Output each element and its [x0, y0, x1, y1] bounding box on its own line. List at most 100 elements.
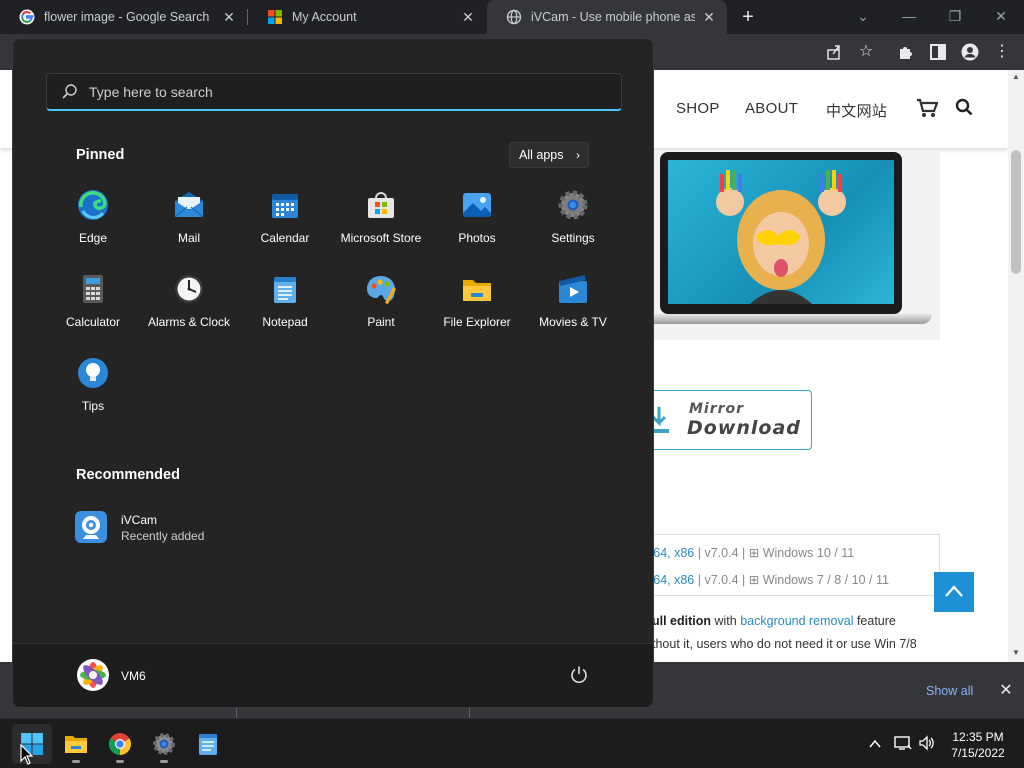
pinned-heading: Pinned — [76, 147, 125, 163]
pinned-app-file-explorer[interactable]: File Explorer — [429, 265, 525, 345]
recommended-heading: Recommended — [76, 467, 180, 483]
taskbar-settings[interactable] — [144, 724, 184, 764]
cart-icon[interactable] — [916, 98, 938, 118]
download-row: x64, x86 | v7.0.4 | ⊞ Windows 7 / 8 / 10… — [647, 573, 889, 587]
user-avatar[interactable] — [77, 659, 109, 691]
volume-icon[interactable] — [918, 735, 936, 751]
chevron-right-icon: › — [576, 148, 580, 162]
download-table: x64, x86 | v7.0.4 | ⊞ Windows 10 / 11 x6… — [640, 534, 940, 596]
flower-avatar-image — [77, 659, 109, 691]
close-window-icon[interactable]: ✕ — [978, 0, 1024, 34]
version-text: v7.0.4 — [704, 573, 739, 587]
bookmark-star-icon[interactable]: ☆ — [857, 43, 875, 61]
clock-time: 12:35 PM — [952, 730, 1004, 744]
mirror-label: Mirror — [689, 401, 745, 417]
start-search-box[interactable] — [46, 73, 622, 111]
tab-my-account[interactable]: My Account ✕ — [248, 0, 486, 34]
user-name[interactable]: VM6 — [121, 669, 146, 683]
nav-about[interactable]: ABOUT — [745, 100, 798, 117]
running-indicator — [116, 760, 124, 763]
scroll-down-arrow[interactable]: ▼ — [1008, 648, 1024, 657]
app-label: Edge — [78, 231, 108, 245]
side-panel-icon[interactable] — [929, 43, 947, 61]
background-removal-link[interactable]: background removal — [740, 614, 853, 628]
app-label: Alarms & Clock — [147, 315, 230, 329]
tab-google-search[interactable]: flower image - Google Search ✕ — [0, 0, 247, 34]
scroll-to-top-button[interactable] — [934, 572, 974, 612]
pinned-app-calculator[interactable]: Calculator — [45, 265, 141, 345]
all-apps-label: All apps — [519, 148, 564, 162]
close-download-bar-icon[interactable]: ✕ — [998, 680, 1014, 700]
profile-icon[interactable] — [961, 43, 979, 61]
pinned-app-calendar[interactable]: Calendar — [237, 181, 333, 261]
app-label: Photos — [458, 231, 496, 245]
mirror-download-button[interactable]: Mirror Download — [640, 390, 812, 450]
mail-icon — [174, 192, 204, 218]
restore-icon[interactable]: ❐ — [932, 0, 978, 34]
search-icon — [62, 84, 77, 99]
pinned-app-paint[interactable]: Paint — [333, 265, 429, 345]
nav-shop[interactable]: SHOP — [676, 100, 720, 117]
store-icon — [368, 192, 394, 218]
download-label: Download — [687, 417, 801, 439]
nav-chinese-site[interactable]: 中文网站 — [826, 100, 887, 121]
chrome-icon — [109, 733, 131, 755]
search-icon[interactable] — [955, 98, 973, 116]
pinned-app-movies-tv[interactable]: Movies & TV — [525, 265, 621, 345]
tab-title: iVCam - Use mobile phone as a P — [531, 10, 695, 24]
start-search-input[interactable] — [89, 80, 589, 104]
text: feature — [853, 614, 896, 628]
show-all-button[interactable]: Show all — [926, 684, 973, 698]
tab-title: flower image - Google Search — [44, 10, 210, 24]
minimize-icon[interactable]: — — [886, 0, 932, 34]
taskbar: 12:35 PM 7/15/2022 — [0, 718, 1024, 768]
download-links[interactable]: x64, x86 — [647, 573, 694, 587]
share-icon[interactable] — [825, 43, 843, 61]
app-label: Paint — [367, 315, 395, 329]
running-indicator — [72, 760, 80, 763]
recommended-item-ivcam[interactable]: iVCam Recently added — [75, 509, 275, 549]
power-icon[interactable] — [569, 665, 589, 685]
chevron-up-icon — [945, 585, 963, 597]
network-icon[interactable] — [894, 735, 912, 751]
pinned-app-tips[interactable]: Tips — [45, 349, 141, 429]
pinned-app-edge[interactable]: Edge — [45, 181, 141, 261]
os-text: Windows 7 / 8 / 10 / 11 — [762, 573, 889, 587]
laptop-image — [660, 152, 902, 314]
tab-title: My Account — [292, 10, 357, 24]
all-apps-button[interactable]: All apps › — [509, 142, 589, 168]
calendar-icon — [272, 194, 298, 218]
new-tab-button[interactable]: + — [736, 4, 760, 30]
taskbar-clock[interactable]: 12:35 PM 7/15/2022 — [938, 729, 1018, 761]
tab-search-icon[interactable]: ⌄ — [840, 0, 886, 34]
notepad-icon — [274, 277, 296, 303]
pinned-app-microsoft-store[interactable]: Microsoft Store — [333, 181, 429, 261]
notepad-icon — [199, 734, 217, 755]
page-scrollbar[interactable]: ▲ ▼ — [1008, 70, 1024, 662]
clock-date: 7/15/2022 — [951, 746, 1005, 760]
scrollbar-thumb[interactable] — [1011, 150, 1021, 274]
pinned-app-settings[interactable]: Settings — [525, 181, 621, 261]
close-tab-icon[interactable]: ✕ — [460, 9, 476, 26]
extensions-puzzle-icon[interactable] — [897, 43, 915, 61]
close-tab-icon[interactable]: ✕ — [221, 9, 237, 26]
app-label: File Explorer — [443, 315, 511, 329]
tab-ivcam[interactable]: iVCam - Use mobile phone as a P ✕ — [487, 0, 727, 34]
close-tab-icon[interactable]: ✕ — [701, 9, 717, 26]
pinned-app-alarms-clock[interactable]: Alarms & Clock — [141, 265, 237, 345]
webcam-icon — [75, 511, 107, 543]
pinned-app-mail[interactable]: Mail — [141, 181, 237, 261]
taskbar-file-explorer[interactable] — [56, 724, 96, 764]
taskbar-notepad[interactable] — [188, 724, 228, 764]
pinned-app-notepad[interactable]: Notepad — [237, 265, 333, 345]
version-text: v7.0.4 — [704, 546, 739, 560]
app-label: Settings — [551, 231, 595, 245]
download-links[interactable]: x64, x86 — [647, 546, 694, 560]
scroll-up-arrow[interactable]: ▲ — [1008, 72, 1024, 81]
pinned-app-photos[interactable]: Photos — [429, 181, 525, 261]
show-hidden-icons-chevron-up-icon[interactable] — [868, 737, 882, 751]
app-label: Mail — [177, 231, 200, 245]
app-label: Notepad — [262, 315, 308, 329]
more-menu-icon[interactable]: ⋮ — [993, 43, 1011, 61]
taskbar-chrome[interactable] — [100, 724, 140, 764]
